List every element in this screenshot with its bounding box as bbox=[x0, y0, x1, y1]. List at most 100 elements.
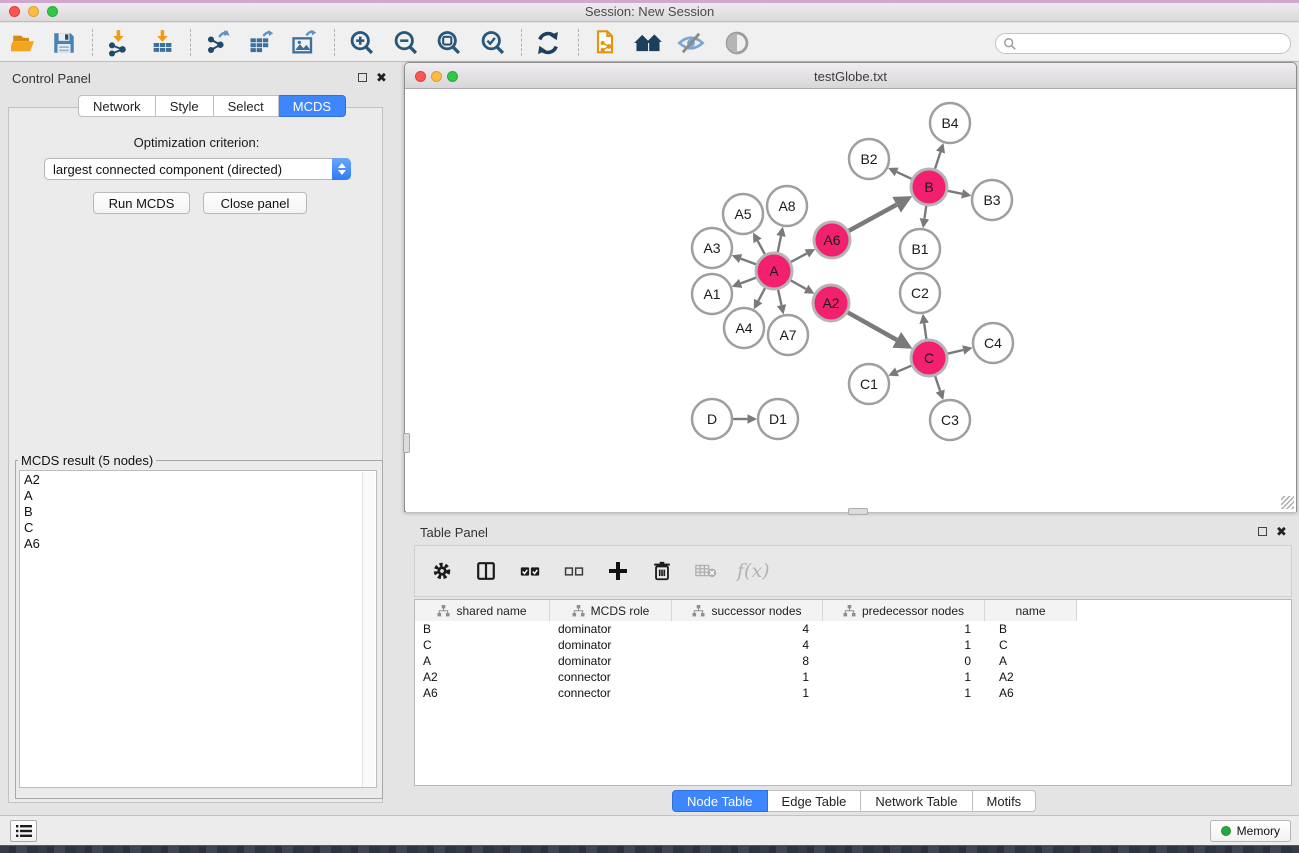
add-column-button[interactable] bbox=[605, 558, 631, 584]
memory-button[interactable]: Memory bbox=[1210, 820, 1291, 842]
float-table-panel-icon[interactable] bbox=[1258, 527, 1267, 536]
network-canvas[interactable]: B4 B2 B B3 A5A8A6 B1 A3 A A1 C2 A2 A4A7 C4 C C1 C3 D D1 bbox=[406, 90, 1296, 512]
edge-B-B3[interactable] bbox=[948, 191, 962, 194]
edge-A-A6[interactable] bbox=[791, 253, 807, 262]
graph-node-A1[interactable]: A1 bbox=[692, 274, 732, 314]
run-mcds-button[interactable]: Run MCDS bbox=[93, 192, 190, 214]
save-session-button[interactable] bbox=[49, 28, 79, 58]
graph-node-B1[interactable]: B1 bbox=[900, 229, 940, 269]
mcds-result-list[interactable]: A2ABCA6 bbox=[19, 470, 377, 788]
edge-A2-C[interactable] bbox=[848, 312, 897, 340]
edge-A-A8[interactable] bbox=[778, 236, 781, 252]
graph-node-B2[interactable]: B2 bbox=[849, 139, 889, 179]
refresh-layout-icon bbox=[534, 29, 562, 57]
tab-mcds[interactable]: MCDS bbox=[279, 95, 346, 117]
import-network-button[interactable] bbox=[104, 28, 134, 58]
graph-node-A3[interactable]: A3 bbox=[692, 228, 732, 268]
edge-A-A4[interactable] bbox=[758, 288, 765, 301]
export-network-button[interactable] bbox=[203, 28, 233, 58]
graph-node-D[interactable]: D bbox=[692, 399, 732, 439]
close-table-panel-icon[interactable]: ✖ bbox=[1276, 527, 1287, 536]
graph-node-B4[interactable]: B4 bbox=[930, 103, 970, 143]
edge-A6-B[interactable] bbox=[849, 205, 897, 231]
column-header-successor-nodes[interactable]: successor nodes bbox=[672, 600, 823, 621]
tab-network-table[interactable]: Network Table bbox=[861, 790, 972, 812]
graph-node-C1[interactable]: C1 bbox=[849, 364, 889, 404]
column-header-name[interactable]: name bbox=[985, 600, 1077, 621]
splitter-handle-left[interactable] bbox=[403, 433, 410, 453]
graph-node-A2[interactable]: A2 bbox=[813, 285, 849, 321]
graph-node-A7[interactable]: A7 bbox=[768, 315, 808, 355]
network-window-titlebar[interactable]: testGlobe.txt bbox=[405, 63, 1296, 89]
graph-node-D1[interactable]: D1 bbox=[758, 399, 798, 439]
close-panel-icon[interactable]: ✖ bbox=[376, 73, 387, 82]
search-field[interactable] bbox=[995, 33, 1291, 54]
graph-node-B[interactable]: B bbox=[911, 169, 947, 205]
graph-node-C3[interactable]: C3 bbox=[930, 400, 970, 440]
open-session-button[interactable] bbox=[9, 28, 39, 58]
tab-node-table[interactable]: Node Table bbox=[672, 790, 768, 812]
graph-node-A6[interactable]: A6 bbox=[814, 222, 850, 258]
graph-node-C[interactable]: C bbox=[911, 340, 947, 376]
zoom-fit-button[interactable] bbox=[434, 28, 464, 58]
select-all-button[interactable] bbox=[517, 558, 543, 584]
edge-B-B2[interactable] bbox=[897, 172, 912, 179]
delete-column-button[interactable] bbox=[649, 558, 675, 584]
graph-node-A8[interactable]: A8 bbox=[767, 186, 807, 226]
splitter-handle-bottom[interactable] bbox=[848, 508, 868, 515]
edge-C-C3[interactable] bbox=[935, 376, 940, 391]
edge-A-A3[interactable] bbox=[741, 259, 756, 265]
edge-C-C2[interactable] bbox=[924, 323, 926, 339]
clear-table-button[interactable] bbox=[693, 558, 719, 584]
column-header-predecessor-nodes[interactable]: predecessor nodes bbox=[823, 600, 985, 621]
export-table-button[interactable] bbox=[246, 28, 276, 58]
zoom-in-button[interactable] bbox=[347, 28, 377, 58]
zoom-out-button[interactable] bbox=[391, 28, 421, 58]
graph-node-C4[interactable]: C4 bbox=[973, 323, 1013, 363]
resize-grip-icon[interactable] bbox=[1281, 496, 1294, 509]
edge-C-C4[interactable] bbox=[947, 350, 963, 354]
table-row[interactable]: A6connector11A6 bbox=[415, 685, 1291, 701]
close-panel-button[interactable]: Close panel bbox=[203, 192, 307, 214]
columns-button[interactable] bbox=[473, 558, 499, 584]
task-history-button[interactable] bbox=[10, 820, 37, 842]
table-row[interactable]: Adominator80A bbox=[415, 653, 1291, 669]
column-header-mcds-role[interactable]: MCDS role bbox=[550, 600, 672, 621]
table-row[interactable]: Cdominator41C bbox=[415, 637, 1291, 653]
refresh-layout-button[interactable] bbox=[533, 28, 563, 58]
edge-A-A2[interactable] bbox=[791, 280, 806, 289]
home-button[interactable] bbox=[633, 28, 663, 58]
float-panel-icon[interactable] bbox=[358, 73, 367, 82]
graph-node-C2[interactable]: C2 bbox=[900, 273, 940, 313]
import-table-button[interactable] bbox=[148, 28, 178, 58]
graph-node-A4[interactable]: A4 bbox=[724, 308, 764, 348]
graph-node-A5[interactable]: A5 bbox=[723, 194, 763, 234]
zoom-selected-button[interactable] bbox=[478, 28, 508, 58]
edge-A-A5[interactable] bbox=[758, 241, 765, 254]
tab-select[interactable]: Select bbox=[214, 95, 279, 117]
tab-edge-table[interactable]: Edge Table bbox=[768, 790, 862, 812]
result-scrollbar[interactable] bbox=[362, 472, 375, 788]
optimization-criterion-select[interactable]: largest connected component (directed) bbox=[44, 158, 351, 180]
graph-node-B3[interactable]: B3 bbox=[972, 180, 1012, 220]
edge-C-C1[interactable] bbox=[897, 366, 911, 372]
tab-motifs[interactable]: Motifs bbox=[973, 790, 1037, 812]
gear-button[interactable] bbox=[429, 558, 455, 584]
deselect-all-button[interactable] bbox=[561, 558, 587, 584]
show-panel-button[interactable] bbox=[722, 28, 752, 58]
table-row[interactable]: A2connector11A2 bbox=[415, 669, 1291, 685]
column-header-shared-name[interactable]: shared name bbox=[415, 600, 550, 621]
edge-A-A7[interactable] bbox=[778, 290, 781, 306]
edge-A-A1[interactable] bbox=[741, 278, 756, 284]
function-builder-button[interactable]: f(x) bbox=[737, 560, 770, 582]
table-row[interactable]: Bdominator41B bbox=[415, 621, 1291, 637]
search-input[interactable] bbox=[1017, 36, 1290, 52]
edge-B-B1[interactable] bbox=[924, 206, 926, 219]
graph-node-A[interactable]: A bbox=[756, 253, 792, 289]
tab-network[interactable]: Network bbox=[78, 95, 156, 117]
hide-panel-button[interactable] bbox=[676, 28, 706, 58]
network-document-button[interactable] bbox=[590, 28, 620, 58]
edge-B-B4[interactable] bbox=[935, 152, 941, 169]
tab-style[interactable]: Style bbox=[156, 95, 214, 117]
export-image-button[interactable] bbox=[289, 28, 319, 58]
